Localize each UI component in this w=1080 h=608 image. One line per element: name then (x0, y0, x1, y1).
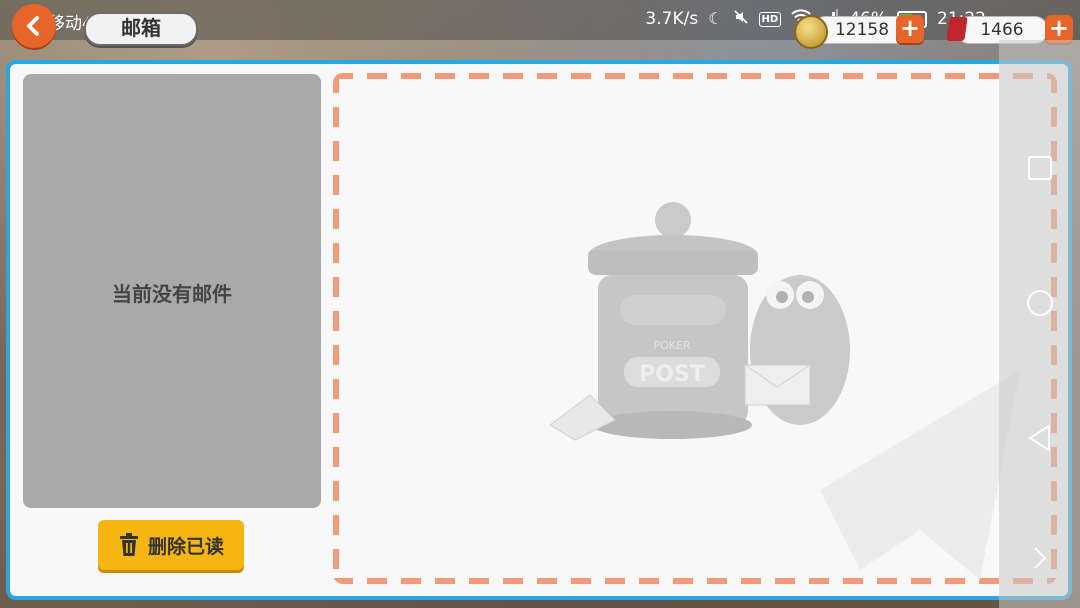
empty-mail-message: 当前没有邮件 (112, 282, 232, 306)
delete-read-label: 删除已读 (147, 535, 224, 558)
trash-icon (119, 533, 138, 556)
mailbox-illustration: POKER POST (549, 202, 850, 441)
circle-icon (1027, 290, 1053, 316)
square-icon (1028, 156, 1052, 180)
paper-plane-watermark (820, 370, 1020, 580)
expand-nav-button[interactable] (1025, 543, 1055, 573)
net-speed: 3.7K/s (645, 9, 699, 29)
mail-list[interactable]: 当前没有邮件 (23, 74, 321, 508)
back-arrow-icon (27, 16, 39, 36)
delete-read-button[interactable]: 删除已读 (98, 520, 244, 570)
gem-amount: 1466 (980, 20, 1024, 40)
chevron-right-icon (1034, 547, 1047, 569)
gem-icon (946, 17, 968, 41)
back-button[interactable] (12, 4, 56, 48)
add-coins-button[interactable]: + (896, 15, 924, 43)
hd-icon: HD (758, 11, 782, 27)
triangle-back-icon (1028, 424, 1050, 452)
system-nav-bar (999, 40, 1080, 608)
add-gems-button[interactable]: + (1045, 15, 1073, 43)
coin-amount: 12158 (834, 20, 890, 40)
page-title: 邮箱 (84, 12, 198, 46)
back-nav-button[interactable] (1025, 423, 1055, 453)
moon-icon: ☾ (708, 9, 723, 28)
recent-apps-button[interactable] (1025, 153, 1055, 183)
mailbox-sublabel: POKER (653, 339, 690, 352)
mailbox-label: POST (639, 362, 705, 387)
coin-icon (794, 15, 828, 49)
mute-icon (733, 9, 749, 29)
home-button[interactable] (1025, 288, 1055, 318)
